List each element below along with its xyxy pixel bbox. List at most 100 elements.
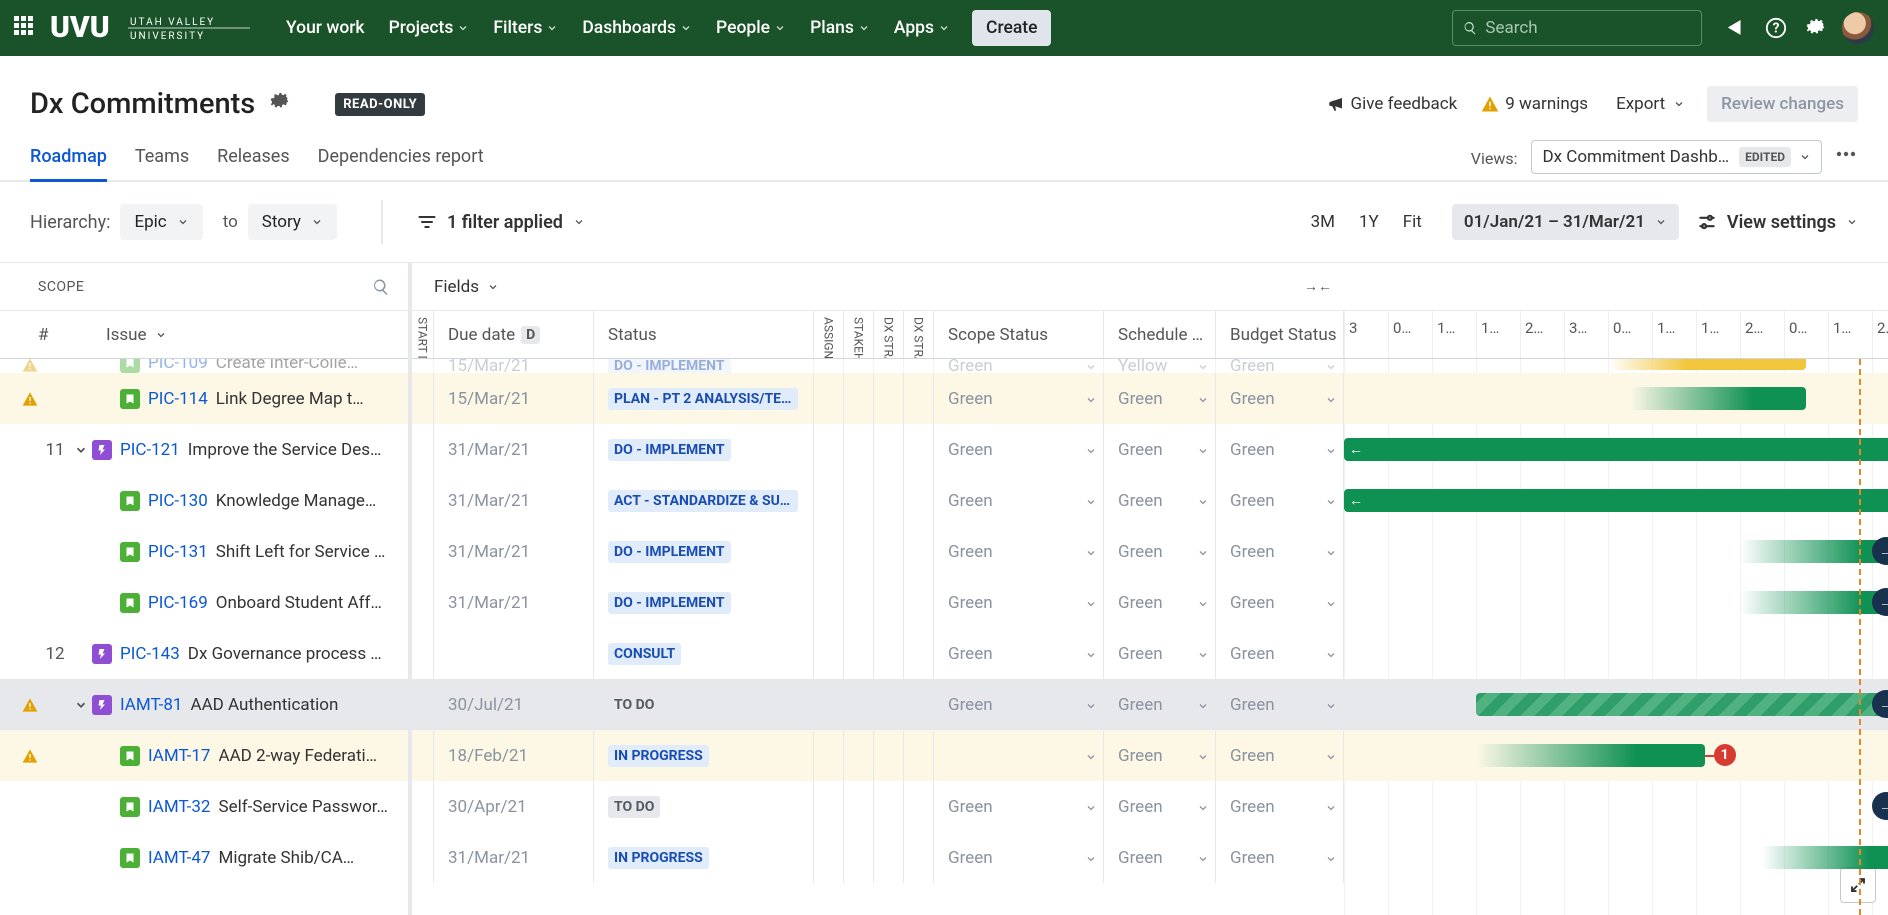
cell-scope-status[interactable]: Green [934, 424, 1104, 475]
cell-points[interactable] [904, 628, 934, 679]
cell-due-date[interactable] [434, 628, 594, 679]
issue-key-link[interactable]: IAMT-32 [148, 797, 211, 817]
cell-assignee[interactable] [814, 373, 844, 424]
cell-scope-status[interactable]: Green [934, 781, 1104, 832]
table-row[interactable]: 12 PIC-143 Dx Governance process … [0, 628, 408, 679]
col-start-date[interactable]: START DATE [412, 311, 434, 358]
cell-objective[interactable] [874, 781, 904, 832]
col-assignee[interactable]: ASSIGNEE [814, 311, 844, 358]
cell-points[interactable] [904, 424, 934, 475]
cell-schedule-status[interactable]: Green [1104, 424, 1216, 475]
issue-key-link[interactable]: PIC-143 [120, 644, 180, 664]
cell-budget-status[interactable]: Green [1216, 424, 1344, 475]
issue-key-link[interactable]: PIC-114 [148, 389, 208, 409]
cell-assignee[interactable] [814, 781, 844, 832]
cell-schedule-status[interactable]: Green [1104, 781, 1216, 832]
cell-budget-status[interactable]: Green [1216, 730, 1344, 781]
timeline-row[interactable] [1344, 373, 1888, 424]
issue-key-link[interactable]: IAMT-17 [148, 746, 211, 766]
zoom-1y[interactable]: 1Y [1347, 204, 1391, 240]
timeline-row[interactable]: → [1344, 526, 1888, 577]
cell-schedule-status[interactable]: Green [1104, 679, 1216, 730]
table-row[interactable]: IAMT-17 AAD 2-way Federati… [0, 730, 408, 781]
cell-status[interactable]: DO - IMPLEMENT [594, 424, 814, 475]
cell-scope-status[interactable]: Green [934, 475, 1104, 526]
cell-status[interactable]: DO - IMPLEMENT [594, 577, 814, 628]
notifications-icon[interactable] [1718, 10, 1754, 46]
table-row[interactable]: PIC-109 Create Inter-Colle… [0, 359, 408, 373]
cell-budget-status[interactable]: Green [1216, 359, 1344, 373]
cell-due-date[interactable]: 31/Mar/21 [434, 475, 594, 526]
cell-start-date[interactable] [412, 424, 434, 475]
cell-objective[interactable] [874, 475, 904, 526]
help-icon[interactable]: ? [1758, 10, 1794, 46]
search-icon[interactable] [372, 278, 390, 296]
cell-stakeholder[interactable] [844, 475, 874, 526]
cell-objective[interactable] [874, 832, 904, 883]
timeline-row[interactable]: 1 [1344, 730, 1888, 781]
cell-stakeholder[interactable] [844, 424, 874, 475]
cell-objective[interactable] [874, 424, 904, 475]
issue-key-link[interactable]: PIC-131 [148, 542, 208, 562]
cell-assignee[interactable] [814, 832, 844, 883]
warnings-indicator[interactable]: 9 warnings [1481, 94, 1588, 114]
expand-toggle[interactable] [70, 698, 92, 712]
cell-start-date[interactable] [412, 577, 434, 628]
cell-status[interactable]: DO - IMPLEMENT [594, 359, 814, 373]
nav-your-work[interactable]: Your work [274, 0, 377, 56]
cell-assignee[interactable] [814, 679, 844, 730]
gantt-bar[interactable] [1740, 591, 1888, 614]
cell-start-date[interactable] [412, 679, 434, 730]
cell-budget-status[interactable]: Green [1216, 526, 1344, 577]
view-settings-button[interactable]: View settings [1697, 212, 1858, 233]
cell-scope-status[interactable]: Green [934, 679, 1104, 730]
nav-filters[interactable]: Filters [481, 0, 570, 56]
hierarchy-to-dropdown[interactable]: Story [248, 204, 337, 240]
expand-toggle[interactable] [70, 443, 92, 457]
cell-schedule-status[interactable]: Green [1104, 628, 1216, 679]
zoom-fit[interactable]: Fit [1391, 204, 1434, 240]
gantt-bar[interactable]: ←→ [1344, 438, 1888, 461]
cell-stakeholder[interactable] [844, 359, 874, 373]
cell-schedule-status[interactable]: Green [1104, 577, 1216, 628]
table-row[interactable]: PIC-130 Knowledge Manage… [0, 475, 408, 526]
cell-scope-status[interactable]: Green [934, 373, 1104, 424]
gantt-bar[interactable]: ←→ [1344, 489, 1888, 512]
cell-points[interactable] [904, 526, 934, 577]
col-status[interactable]: Status [594, 311, 814, 358]
cell-status[interactable]: CONSULT [594, 628, 814, 679]
tab-teams[interactable]: Teams [135, 146, 189, 182]
zoom-3m[interactable]: 3M [1299, 204, 1347, 240]
cell-status[interactable]: DO - IMPLEMENT [594, 526, 814, 577]
cell-start-date[interactable] [412, 373, 434, 424]
fields-dropdown[interactable]: Fields [434, 277, 499, 297]
cell-scope-status[interactable]: Green [934, 526, 1104, 577]
issue-key-link[interactable]: PIC-109 [148, 359, 208, 373]
cell-assignee[interactable] [814, 730, 844, 781]
issue-key-link[interactable]: IAMT-81 [120, 695, 183, 715]
cell-due-date[interactable]: 15/Mar/21 [434, 359, 594, 373]
table-row[interactable]: PIC-169 Onboard Student Aff… [0, 577, 408, 628]
col-strategic-objective[interactable]: DX STRATEGIC OBJECTIVE [874, 311, 904, 358]
nav-dashboards[interactable]: Dashboards [570, 0, 704, 56]
timeline-row[interactable]: → [1344, 679, 1888, 730]
col-budget-status[interactable]: Budget Status [1216, 311, 1344, 358]
cell-points[interactable] [904, 679, 934, 730]
cell-schedule-status[interactable]: Green [1104, 730, 1216, 781]
issue-key-link[interactable]: PIC-130 [148, 491, 208, 511]
cell-budget-status[interactable]: Green [1216, 628, 1344, 679]
view-selector[interactable]: Dx Commitment Dashb… EDITED [1531, 140, 1822, 174]
gantt-bar[interactable] [1476, 693, 1888, 716]
table-row[interactable]: PIC-131 Shift Left for Service … [0, 526, 408, 577]
cell-stakeholder[interactable] [844, 781, 874, 832]
cell-assignee[interactable] [814, 424, 844, 475]
nav-projects[interactable]: Projects [377, 0, 482, 56]
cell-objective[interactable] [874, 577, 904, 628]
cell-points[interactable] [904, 359, 934, 373]
cell-points[interactable] [904, 475, 934, 526]
timeline-row[interactable]: → [1344, 781, 1888, 832]
cell-start-date[interactable] [412, 526, 434, 577]
gantt-bar[interactable] [1740, 540, 1888, 563]
col-schedule-status[interactable]: Schedule … [1104, 311, 1216, 358]
timeline-row[interactable] [1344, 628, 1888, 679]
